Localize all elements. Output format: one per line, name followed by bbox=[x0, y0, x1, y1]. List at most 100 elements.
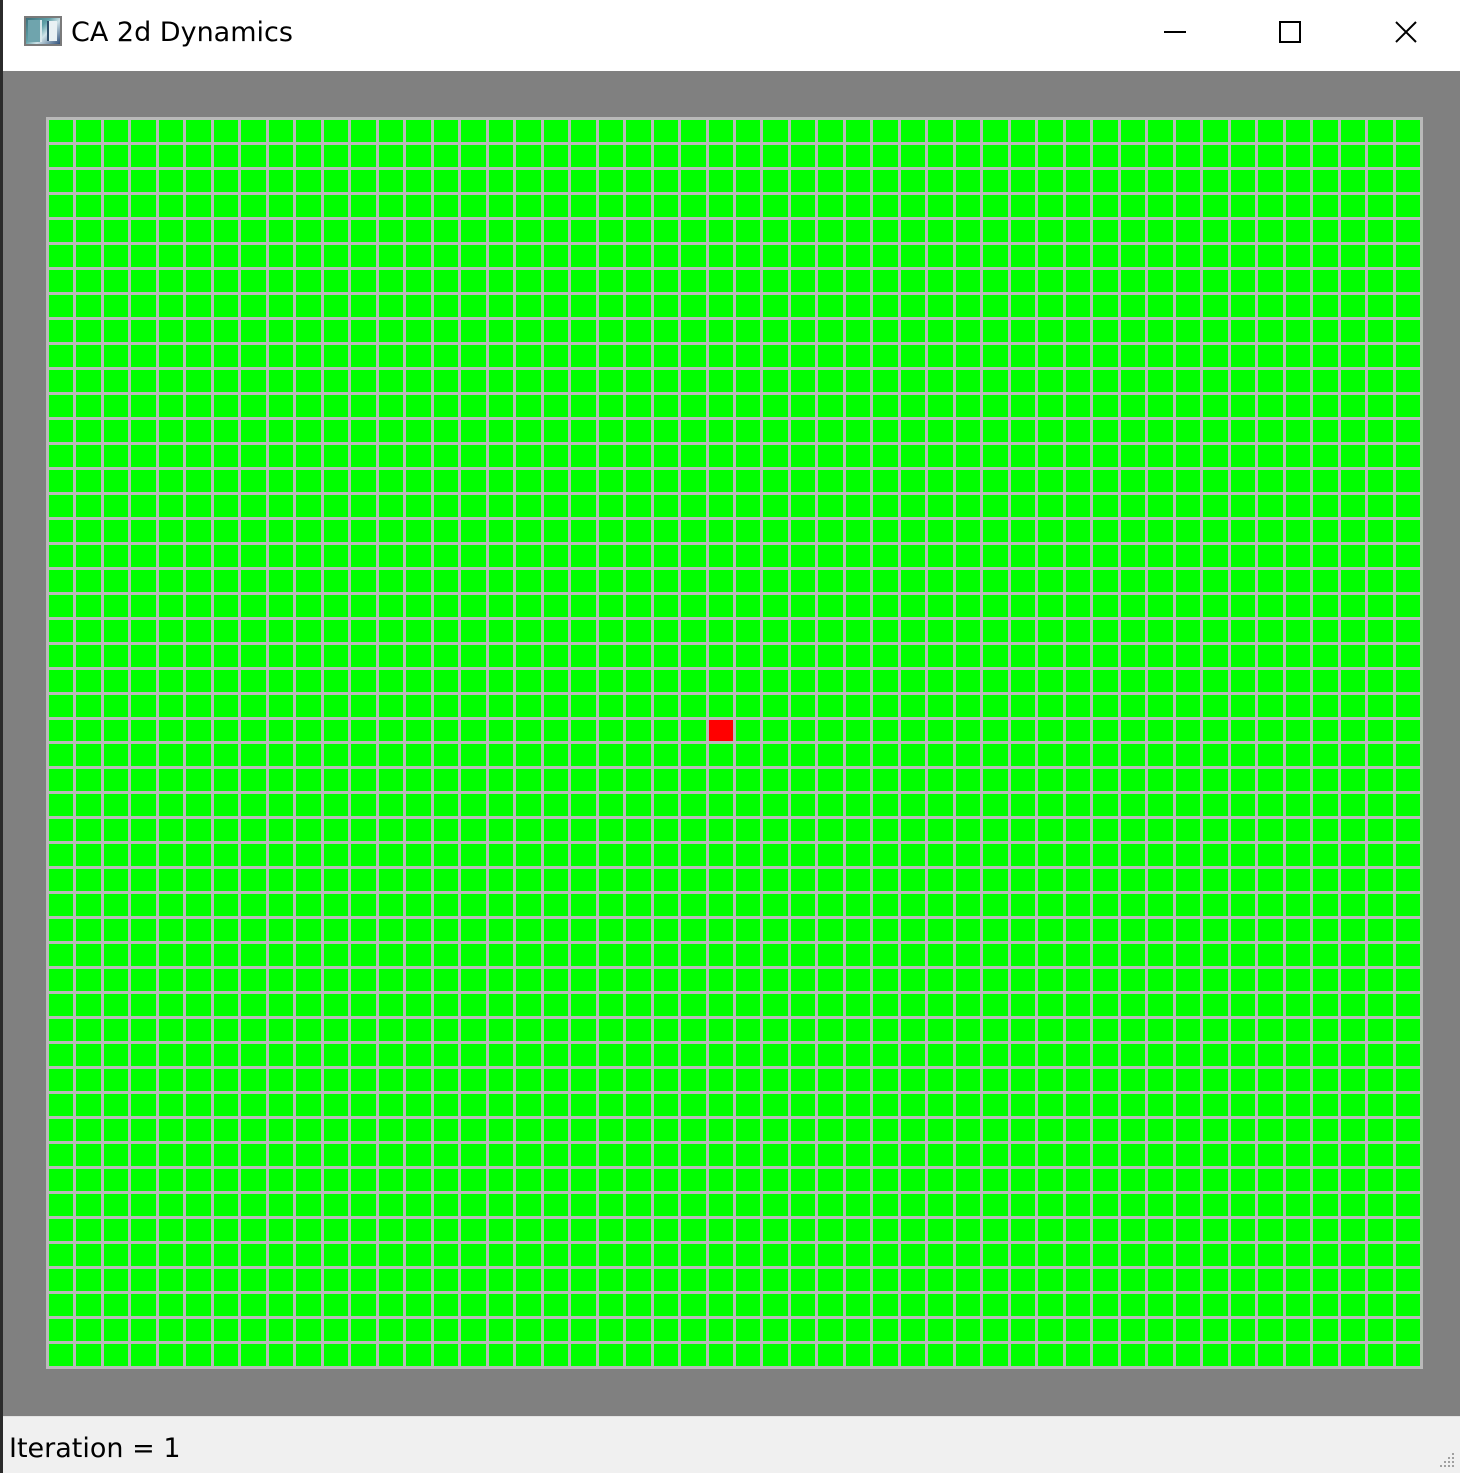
grid-cell[interactable] bbox=[1120, 194, 1146, 217]
grid-cell[interactable] bbox=[763, 1319, 788, 1342]
grid-cell[interactable] bbox=[186, 1044, 211, 1067]
grid-cell[interactable] bbox=[818, 1319, 843, 1342]
grid-cell[interactable] bbox=[1285, 319, 1311, 342]
grid-cell[interactable] bbox=[626, 1144, 651, 1167]
grid-cell[interactable] bbox=[735, 1344, 761, 1366]
grid-cell[interactable] bbox=[763, 319, 788, 342]
grid-cell[interactable] bbox=[213, 269, 239, 292]
grid-cell[interactable] bbox=[186, 994, 211, 1017]
grid-cell[interactable] bbox=[103, 394, 129, 417]
grid-cell[interactable] bbox=[461, 869, 486, 892]
grid-cell[interactable] bbox=[928, 1244, 953, 1267]
grid-cell[interactable] bbox=[1368, 1319, 1393, 1342]
grid-cell[interactable] bbox=[900, 1194, 926, 1217]
grid-cell[interactable] bbox=[928, 869, 953, 892]
grid-cell[interactable] bbox=[818, 194, 843, 217]
grid-cell[interactable] bbox=[1285, 769, 1311, 792]
grid-cell[interactable] bbox=[103, 869, 129, 892]
grid-cell[interactable] bbox=[681, 444, 706, 467]
grid-cell[interactable] bbox=[653, 969, 679, 992]
grid-cell[interactable] bbox=[900, 794, 926, 817]
grid-cell[interactable] bbox=[296, 1219, 321, 1242]
grid-cell[interactable] bbox=[543, 744, 569, 767]
grid-cell[interactable] bbox=[433, 444, 459, 467]
grid-cell[interactable] bbox=[653, 294, 679, 317]
grid-cell[interactable] bbox=[653, 669, 679, 692]
grid-cell[interactable] bbox=[186, 1144, 211, 1167]
grid-cell[interactable] bbox=[103, 694, 129, 717]
grid-cell[interactable] bbox=[1038, 669, 1063, 692]
grid-cell[interactable] bbox=[928, 1044, 953, 1067]
grid-cell[interactable] bbox=[1010, 869, 1036, 892]
grid-cell[interactable] bbox=[213, 1169, 239, 1192]
grid-cell[interactable] bbox=[1093, 319, 1118, 342]
grid-cell[interactable] bbox=[241, 494, 266, 517]
grid-cell[interactable] bbox=[1340, 944, 1366, 967]
grid-cell[interactable] bbox=[763, 219, 788, 242]
grid-cell[interactable] bbox=[900, 444, 926, 467]
grid-cell[interactable] bbox=[845, 419, 871, 442]
grid-cell[interactable] bbox=[158, 169, 184, 192]
grid-cell[interactable] bbox=[708, 644, 733, 667]
grid-cell[interactable] bbox=[708, 894, 733, 917]
grid-cell[interactable] bbox=[1203, 894, 1228, 917]
grid-cell[interactable] bbox=[131, 594, 156, 617]
grid-cell[interactable] bbox=[735, 519, 761, 542]
grid-cell[interactable] bbox=[213, 369, 239, 392]
grid-cell[interactable] bbox=[49, 1194, 74, 1217]
grid-cell[interactable] bbox=[488, 619, 514, 642]
grid-cell[interactable] bbox=[433, 1219, 459, 1242]
grid-cell[interactable] bbox=[351, 1219, 376, 1242]
grid-cell[interactable] bbox=[49, 569, 74, 592]
grid-cell[interactable] bbox=[1093, 120, 1118, 142]
grid-cell[interactable] bbox=[351, 319, 376, 342]
grid-cell[interactable] bbox=[653, 394, 679, 417]
grid-cell[interactable] bbox=[763, 569, 788, 592]
grid-cell[interactable] bbox=[158, 494, 184, 517]
grid-cell[interactable] bbox=[213, 594, 239, 617]
grid-cell[interactable] bbox=[1175, 769, 1201, 792]
grid-cell[interactable] bbox=[1038, 419, 1063, 442]
grid-cell[interactable] bbox=[488, 269, 514, 292]
grid-cell[interactable] bbox=[131, 1319, 156, 1342]
grid-cell[interactable] bbox=[681, 769, 706, 792]
grid-cell[interactable] bbox=[873, 1094, 898, 1117]
grid-cell[interactable] bbox=[845, 469, 871, 492]
grid-cell[interactable] bbox=[735, 219, 761, 242]
grid-cell[interactable] bbox=[76, 519, 101, 542]
grid-cell[interactable] bbox=[1175, 419, 1201, 442]
grid-cell[interactable] bbox=[818, 469, 843, 492]
grid-cell[interactable] bbox=[1120, 1194, 1146, 1217]
grid-cell[interactable] bbox=[213, 969, 239, 992]
grid-cell[interactable] bbox=[241, 269, 266, 292]
grid-cell[interactable] bbox=[818, 644, 843, 667]
grid-cell[interactable] bbox=[1313, 344, 1338, 367]
grid-cell[interactable] bbox=[626, 194, 651, 217]
grid-cell[interactable] bbox=[516, 419, 541, 442]
grid-cell[interactable] bbox=[845, 1169, 871, 1192]
grid-cell[interactable] bbox=[1203, 919, 1228, 942]
grid-cell[interactable] bbox=[1395, 1169, 1420, 1192]
grid-cell[interactable] bbox=[1203, 419, 1228, 442]
grid-cell[interactable] bbox=[845, 1319, 871, 1342]
grid-cell[interactable] bbox=[131, 369, 156, 392]
grid-cell[interactable] bbox=[1038, 120, 1063, 142]
grid-cell[interactable] bbox=[983, 719, 1008, 742]
grid-cell[interactable] bbox=[378, 1319, 404, 1342]
grid-cell[interactable] bbox=[131, 969, 156, 992]
grid-cell[interactable] bbox=[598, 369, 624, 392]
grid-cell[interactable] bbox=[983, 1069, 1008, 1092]
grid-cell[interactable] bbox=[488, 1244, 514, 1267]
grid-cell[interactable] bbox=[1285, 744, 1311, 767]
grid-cell[interactable] bbox=[763, 194, 788, 217]
grid-cell[interactable] bbox=[1148, 394, 1173, 417]
grid-cell[interactable] bbox=[516, 1194, 541, 1217]
grid-cell[interactable] bbox=[653, 919, 679, 942]
grid-cell[interactable] bbox=[241, 1219, 266, 1242]
grid-cell[interactable] bbox=[626, 869, 651, 892]
grid-cell[interactable] bbox=[708, 394, 733, 417]
grid-cell[interactable] bbox=[158, 594, 184, 617]
grid-cell[interactable] bbox=[461, 1269, 486, 1292]
grid-cell[interactable] bbox=[351, 494, 376, 517]
grid-cell[interactable] bbox=[1230, 869, 1256, 892]
